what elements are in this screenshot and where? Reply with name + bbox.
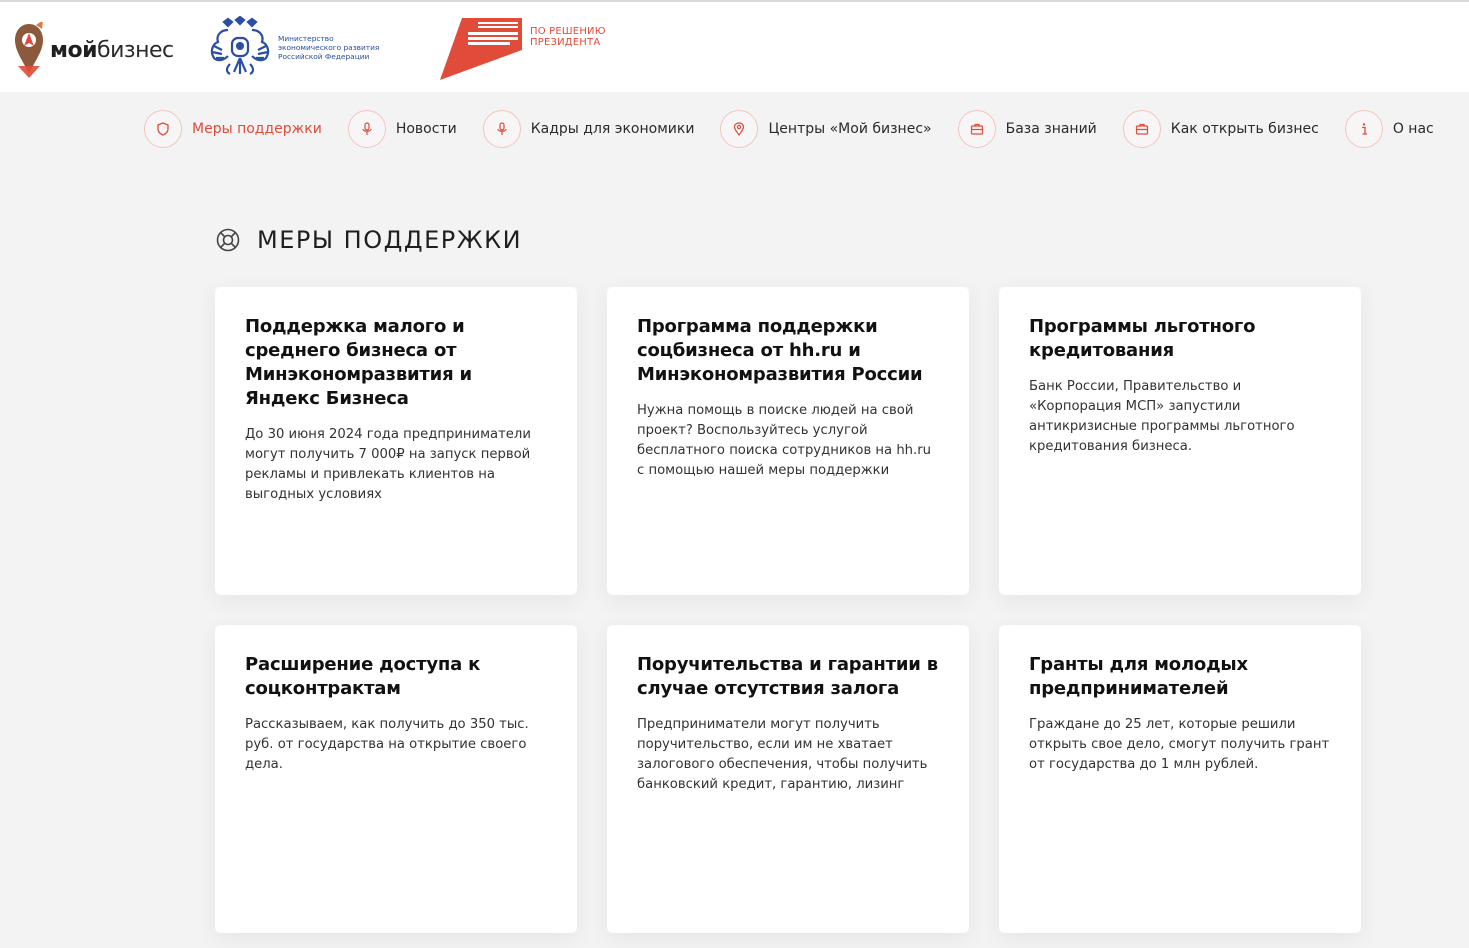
- microphone-icon: [482, 110, 521, 148]
- shield-icon: [144, 110, 182, 148]
- nav-item-start-business[interactable]: Как открыть бизнес: [1122, 110, 1319, 148]
- card-description: Граждане до 25 лет, которые решили откры…: [1029, 717, 1330, 772]
- card-description: Предприниматели могут получить поручител…: [637, 717, 928, 792]
- support-card[interactable]: Программы льготного кредитования Банк Ро…: [999, 287, 1361, 595]
- brand-name: мойбизнес: [50, 37, 174, 63]
- page-title: МЕРЫ ПОДДЕРЖКИ: [257, 226, 523, 254]
- card-title: Программа поддержки соцбизнеса от hh.ru …: [637, 316, 923, 385]
- double-headed-eagle-icon: [210, 16, 270, 75]
- nav-item-label: Как открыть бизнес: [1170, 121, 1319, 137]
- nav-item-label: Меры поддержки: [192, 121, 322, 137]
- lifebuoy-icon: [216, 228, 240, 252]
- card-title: Гранты для молодых предпринимателей: [1029, 654, 1248, 699]
- support-card[interactable]: Гранты для молодых предпринимателей Граж…: [999, 625, 1361, 933]
- nav-item-support-measures[interactable]: Меры поддержки: [144, 110, 322, 148]
- nav-item-label: База знаний: [1005, 121, 1097, 137]
- info-icon: [1344, 110, 1383, 148]
- briefcase-icon: [1122, 110, 1161, 148]
- nav-item-knowledge-base[interactable]: База знаний: [957, 110, 1097, 148]
- nav-item-centers[interactable]: Центры «Мой бизнес»: [720, 110, 932, 148]
- card-description: До 30 июня 2024 года предприниматели мог…: [245, 427, 531, 502]
- nav-item-label: Центры «Мой бизнес»: [768, 121, 932, 137]
- support-card[interactable]: Поддержка малого и среднего бизнеса от М…: [215, 287, 577, 595]
- nav-item-label: О нас: [1392, 121, 1434, 137]
- nav-item-about[interactable]: О нас: [1344, 110, 1434, 148]
- card-description: Нужна помощь в поиске людей на свой прое…: [637, 403, 932, 478]
- main-navigation: Меры поддержки Новости Кадры для экономи…: [144, 108, 1434, 150]
- card-description: Банк России, Правительство и «Корпорация…: [1029, 379, 1295, 454]
- card-title: Поддержка малого и среднего бизнеса от М…: [245, 316, 472, 409]
- card-title: Программы льготного кредитования: [1029, 316, 1256, 361]
- moy-biznes-pin-icon: [15, 22, 43, 78]
- nav-item-label: Кадры для экономики: [530, 121, 695, 137]
- support-card[interactable]: Поручительства и гарантии в случае отсут…: [607, 625, 969, 933]
- card-title: Расширение доступа к соцконтрактам: [245, 654, 481, 699]
- national-projects-logo[interactable]: ПО РЕШЕНИЮ ПРЕЗИДЕНТА: [440, 18, 610, 80]
- nav-item-personnel[interactable]: Кадры для экономики: [482, 110, 695, 148]
- microphone-icon: [347, 110, 386, 148]
- nav-item-news[interactable]: Новости: [347, 110, 457, 148]
- support-card[interactable]: Программа поддержки соцбизнеса от hh.ru …: [607, 287, 969, 595]
- briefcase-icon: [957, 110, 996, 148]
- location-pin-icon: [720, 110, 759, 148]
- site-header: мойбизнес Министерство экономического ра…: [0, 2, 1469, 92]
- president-decision-text: ПО РЕШЕНИЮ ПРЕЗИДЕНТА: [530, 26, 606, 48]
- card-description: Рассказываем, как получить до 350 тыс. р…: [245, 717, 529, 772]
- card-title: Поручительства и гарантии в случае отсут…: [637, 654, 938, 699]
- ministry-logo[interactable]: Министерство экономического развития Рос…: [208, 16, 388, 78]
- section-heading: МЕРЫ ПОДДЕРЖКИ: [215, 226, 522, 254]
- moy-biznes-logo[interactable]: мойбизнес: [14, 22, 174, 78]
- ministry-name: Министерство экономического развития Рос…: [278, 33, 380, 61]
- nav-item-label: Новости: [395, 121, 457, 137]
- national-projects-emblem-icon: [440, 18, 522, 80]
- support-card[interactable]: Расширение доступа к соцконтрактам Расск…: [215, 625, 577, 933]
